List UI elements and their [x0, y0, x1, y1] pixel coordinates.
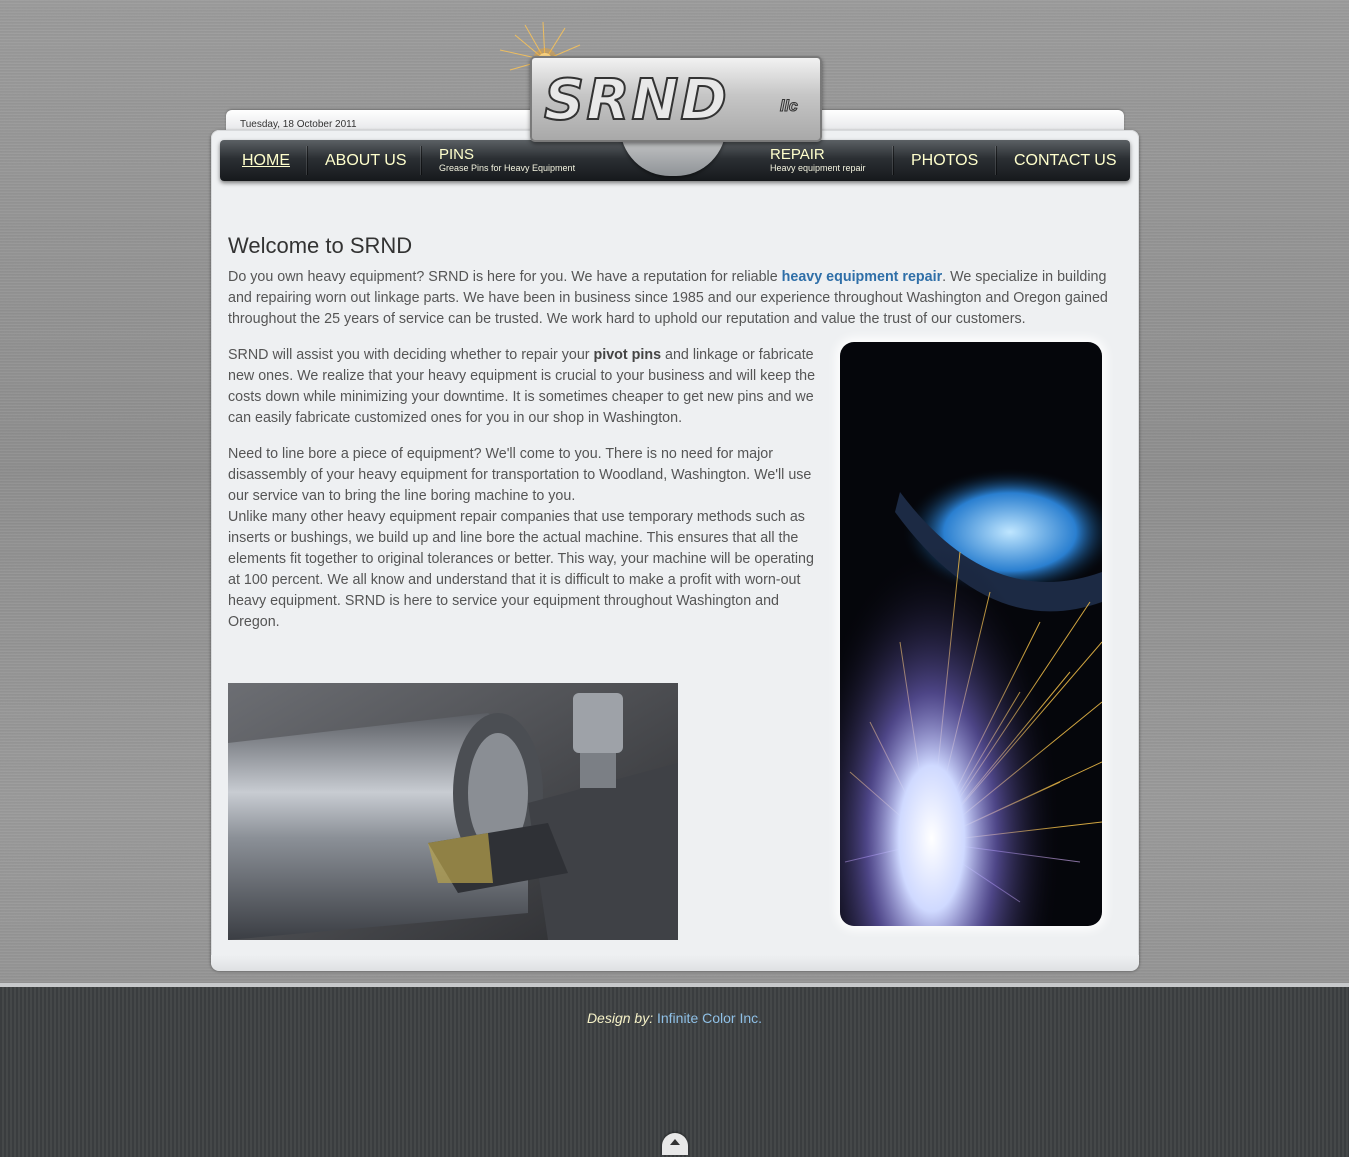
nav-contact-us[interactable]: CONTACT US — [1014, 140, 1117, 181]
lathe-machining-image — [228, 683, 678, 940]
heavy-equipment-repair-link[interactable]: heavy equipment repair — [782, 269, 943, 285]
logo-plate: SRND llc — [530, 56, 822, 142]
page-title: Welcome to SRND — [228, 233, 413, 258]
line-bore-paragraph: Need to line bore a piece of equipment? … — [228, 444, 818, 633]
designer-link[interactable]: Infinite Color Inc. — [657, 1010, 762, 1026]
nav-separator — [306, 146, 307, 175]
logo-llc: llc — [780, 98, 799, 116]
scroll-to-top-button[interactable] — [662, 1133, 688, 1155]
nav-separator — [892, 146, 893, 175]
design-by-label: Design by: — [586, 1010, 654, 1026]
pivot-pins-bold: pivot pins — [593, 347, 662, 363]
pins-text-start: SRND will assist you with deciding wheth… — [228, 347, 594, 363]
arrow-up-icon — [670, 1139, 680, 1145]
design-credit: Design by: Infinite Color Inc. — [0, 1010, 1349, 1026]
intro-text-start: Do you own heavy equipment? SRND is here… — [228, 269, 782, 285]
site-logo[interactable]: SRND llc — [530, 56, 822, 176]
current-date: Tuesday, 18 October 2011 — [240, 119, 357, 130]
logo-text: SRND — [543, 67, 729, 134]
nav-separator — [995, 146, 996, 175]
nav-home[interactable]: HOME — [242, 140, 290, 181]
pins-paragraph: SRND will assist you with deciding wheth… — [228, 345, 818, 429]
nav-photos[interactable]: PHOTOS — [911, 140, 978, 181]
panel-bottom-edge — [211, 955, 1139, 971]
nav-separator — [420, 146, 421, 175]
welding-sparks-image — [840, 342, 1102, 926]
nav-about-us[interactable]: ABOUT US — [325, 140, 407, 181]
intro-paragraph: Do you own heavy equipment? SRND is here… — [228, 267, 1113, 330]
repair-method-text: Unlike many other heavy equipment repair… — [228, 509, 814, 630]
line-bore-text: Need to line bore a piece of equipment? … — [228, 446, 812, 504]
main-content: Welcome to SRND Do you own heavy equipme… — [228, 233, 1113, 630]
